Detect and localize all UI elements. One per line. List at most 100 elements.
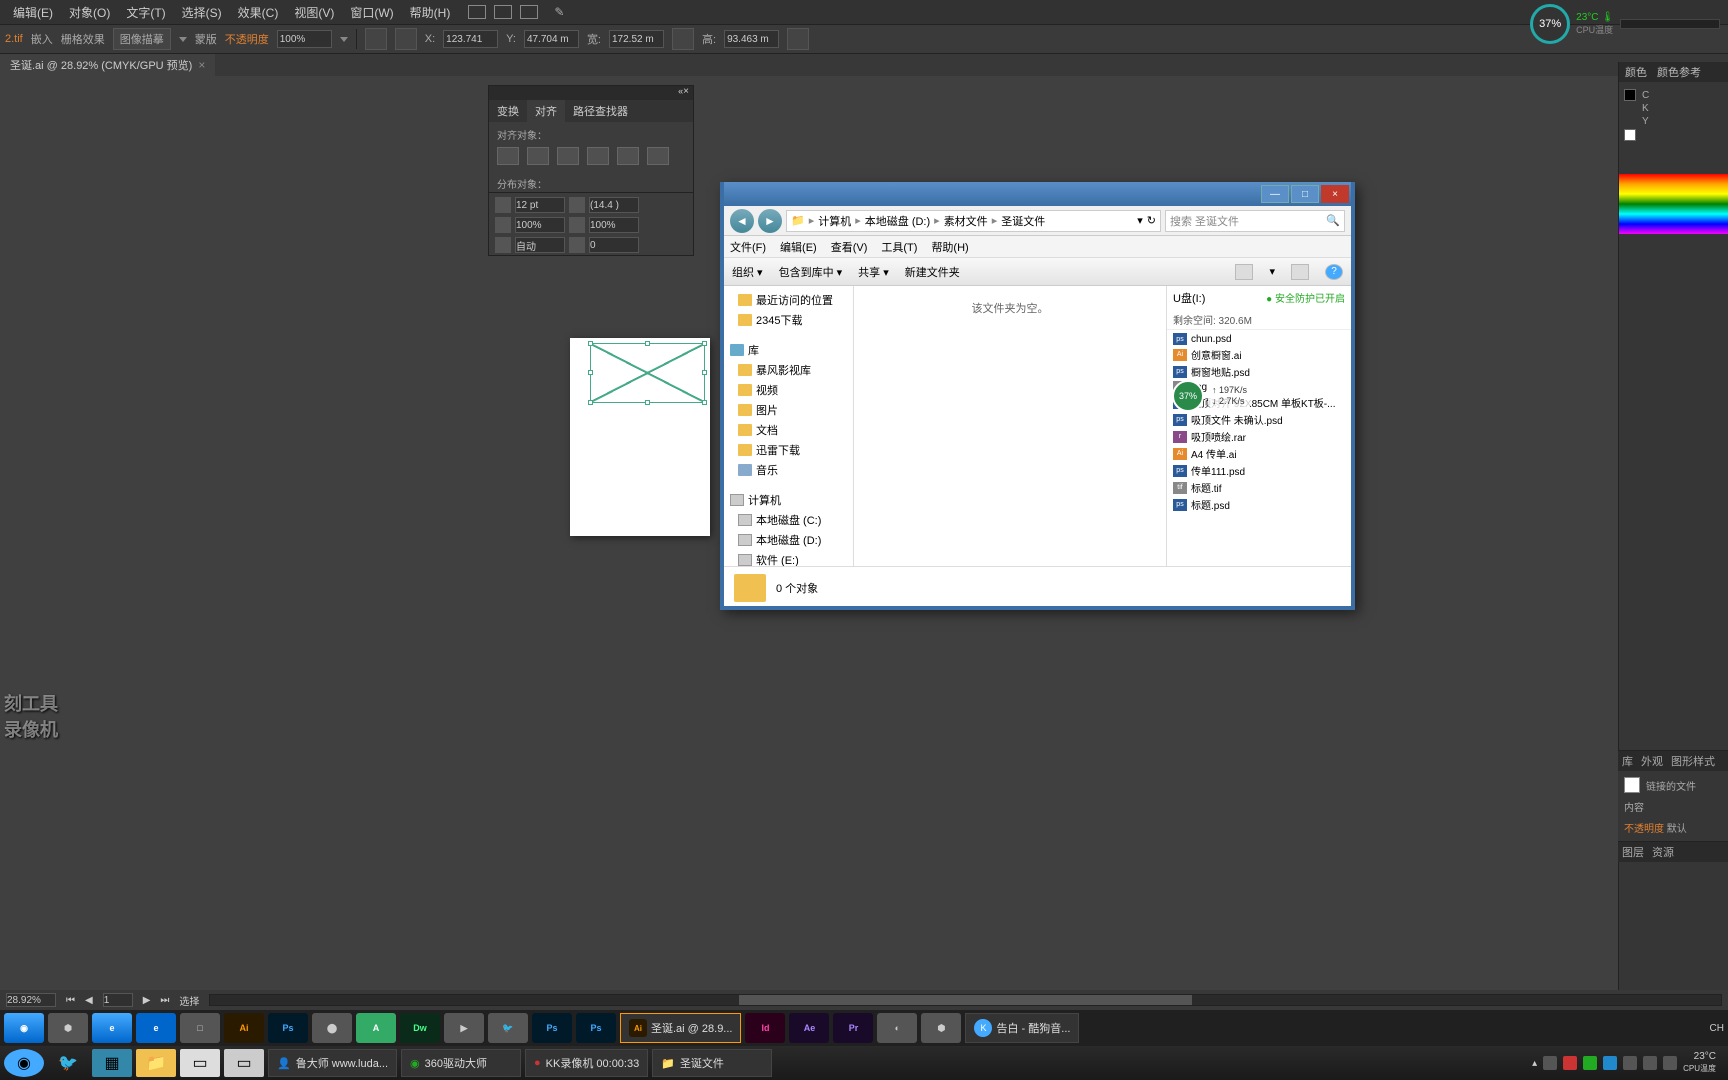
app-icon[interactable]: A	[356, 1013, 396, 1043]
file-item[interactable]: ps吸顶文件 未确认.psd	[1167, 411, 1351, 428]
cpu-widget[interactable]: 37% 23°C 🌡 CPU温度	[1530, 4, 1720, 44]
aftereffects-icon[interactable]: Ae	[789, 1013, 829, 1043]
tab-graphicstyles[interactable]: 图形样式	[1671, 753, 1715, 769]
view-dropdown-icon[interactable]: ▾	[1269, 265, 1275, 278]
panel-close-icon[interactable]: ×	[683, 86, 689, 100]
y-input[interactable]	[524, 30, 579, 48]
handle-top-right[interactable]	[702, 341, 707, 346]
h-input[interactable]	[724, 30, 779, 48]
explorer-icon[interactable]: 📁	[136, 1049, 176, 1077]
app-icon[interactable]: ▭	[224, 1049, 264, 1077]
menu-tools[interactable]: 工具(T)	[881, 239, 917, 255]
character-panel[interactable]	[488, 192, 694, 256]
app-icon[interactable]: ▭	[180, 1049, 220, 1077]
task-folder[interactable]: 📁圣诞文件	[652, 1049, 772, 1077]
nav-next-icon[interactable]: ▶	[143, 995, 151, 1006]
handle-bot-left[interactable]	[588, 400, 593, 405]
trace-dropdown-icon[interactable]	[179, 37, 187, 42]
network-overlay[interactable]: 37% ↑ 197K/s ↓ 2.7K/s	[1172, 380, 1251, 412]
app-icon[interactable]: ⬢	[921, 1013, 961, 1043]
tab-color[interactable]: 颜色	[1625, 64, 1647, 80]
linked-file-name[interactable]: 2.tif	[5, 33, 23, 45]
premiere-icon[interactable]: Pr	[833, 1013, 873, 1043]
crumb-materials[interactable]: 素材文件	[944, 213, 988, 229]
tab-assets[interactable]: 资源	[1652, 844, 1674, 860]
tray-icon[interactable]	[1623, 1056, 1637, 1070]
photoshop-icon[interactable]: Ps	[532, 1013, 572, 1043]
file-item[interactable]: tif标题.tif	[1167, 479, 1351, 496]
explorer-window[interactable]: — □ × ◄ ► 📁 ▸ 计算机 ▸ 本地磁盘 (D:) ▸ 素材文件 ▸ 圣…	[720, 182, 1355, 610]
cpu-search-bar[interactable]	[1620, 19, 1720, 29]
w-input[interactable]	[609, 30, 664, 48]
fill-swatch[interactable]	[1624, 89, 1636, 101]
align-left-icon[interactable]	[497, 147, 519, 165]
align-top-icon[interactable]	[587, 147, 609, 165]
sidebar-drive-c[interactable]: 本地磁盘 (C:)	[724, 510, 853, 530]
menu-file[interactable]: 文件(F)	[730, 239, 766, 255]
task-kkrecorder[interactable]: ●KK录像机 00:00:33	[525, 1049, 648, 1077]
breadcrumb[interactable]: 📁 ▸ 计算机 ▸ 本地磁盘 (D:) ▸ 素材文件 ▸ 圣诞文件 ▾ ↻	[786, 210, 1161, 232]
search-icon[interactable]: 🔍	[1326, 214, 1340, 227]
horizontal-scrollbar[interactable]	[209, 994, 1722, 1006]
tray-temp[interactable]: 23°C CPU温度	[1683, 1051, 1716, 1075]
app-icon[interactable]: 🐦	[488, 1013, 528, 1043]
artboard-number-input[interactable]	[103, 993, 133, 1007]
volume-icon[interactable]	[1663, 1056, 1677, 1070]
menu-object[interactable]: 对象(O)	[61, 4, 118, 21]
layout-icon-2[interactable]	[494, 5, 512, 19]
sidebar-libraries[interactable]: 库	[724, 340, 853, 360]
align-right-icon[interactable]	[557, 147, 579, 165]
tray-up-icon[interactable]: ▴	[1532, 1058, 1537, 1069]
menu-type[interactable]: 文字(T)	[118, 4, 173, 21]
explorer-titlebar[interactable]: — □ ×	[724, 182, 1351, 206]
link-wh-icon[interactable]	[672, 28, 694, 50]
document-tab[interactable]: 圣诞.ai @ 28.92% (CMYK/GPU 预览) ×	[0, 54, 215, 76]
handle-mid-right[interactable]	[702, 370, 707, 375]
brush-icon[interactable]: ✎	[546, 5, 572, 19]
tracking-input[interactable]	[589, 237, 639, 253]
tab-appearance[interactable]: 外观	[1641, 753, 1663, 769]
sidebar-drive-d[interactable]: 本地磁盘 (D:)	[724, 530, 853, 550]
usb-drive-label[interactable]: U盘(I:)	[1173, 290, 1205, 306]
app-icon[interactable]: ▶	[444, 1013, 484, 1043]
sidebar-xunlei[interactable]: 迅雷下载	[724, 440, 853, 460]
embed-button[interactable]: 嵌入	[31, 31, 53, 47]
app-icon[interactable]: ⬤	[312, 1013, 352, 1043]
menu-edit[interactable]: 编辑(E)	[780, 239, 817, 255]
transform-icon[interactable]	[395, 28, 417, 50]
menu-view[interactable]: 查看(V)	[831, 239, 868, 255]
share-button[interactable]: 共享 ▾	[858, 264, 889, 280]
ie-icon-2[interactable]: e	[136, 1013, 176, 1043]
layout-icon-1[interactable]	[468, 5, 486, 19]
app-icon[interactable]: ▦	[92, 1049, 132, 1077]
file-item[interactable]: ps传单111.psd	[1167, 462, 1351, 479]
placed-image-frame[interactable]	[590, 343, 705, 403]
new-folder-button[interactable]: 新建文件夹	[905, 264, 960, 280]
hscale-input[interactable]	[515, 217, 565, 233]
sidebar-computer[interactable]: 计算机	[724, 490, 853, 510]
app-icon[interactable]: ⬢	[48, 1013, 88, 1043]
dreamweaver-icon[interactable]: Dw	[400, 1013, 440, 1043]
input-method[interactable]: CH	[1710, 1023, 1724, 1034]
tab-align[interactable]: 对齐	[527, 100, 565, 122]
panel-titlebar[interactable]: « ×	[489, 86, 693, 100]
tray-icon[interactable]	[1603, 1056, 1617, 1070]
illustrator-icon[interactable]: Ai	[224, 1013, 264, 1043]
indesign-icon[interactable]: Id	[745, 1013, 785, 1043]
app-icon[interactable]: ◉	[4, 1049, 44, 1077]
tray-icon[interactable]	[1643, 1056, 1657, 1070]
opacity-input[interactable]	[277, 30, 332, 48]
menu-effect[interactable]: 效果(C)	[230, 4, 287, 21]
menu-view[interactable]: 视图(V)	[286, 4, 342, 21]
minimize-button[interactable]: —	[1261, 185, 1289, 203]
tray-icon[interactable]	[1583, 1056, 1597, 1070]
x-input[interactable]	[443, 30, 498, 48]
constrain-icon[interactable]	[787, 28, 809, 50]
sidebar-documents[interactable]: 文档	[724, 420, 853, 440]
refresh-icon[interactable]: ↻	[1147, 214, 1156, 227]
handle-mid-left[interactable]	[588, 370, 593, 375]
menu-help[interactable]: 帮助(H)	[402, 4, 459, 21]
nav-prev-icon[interactable]: ◀	[85, 995, 93, 1006]
image-trace-button[interactable]: 图像描摹	[113, 28, 171, 50]
tray-icon[interactable]	[1563, 1056, 1577, 1070]
